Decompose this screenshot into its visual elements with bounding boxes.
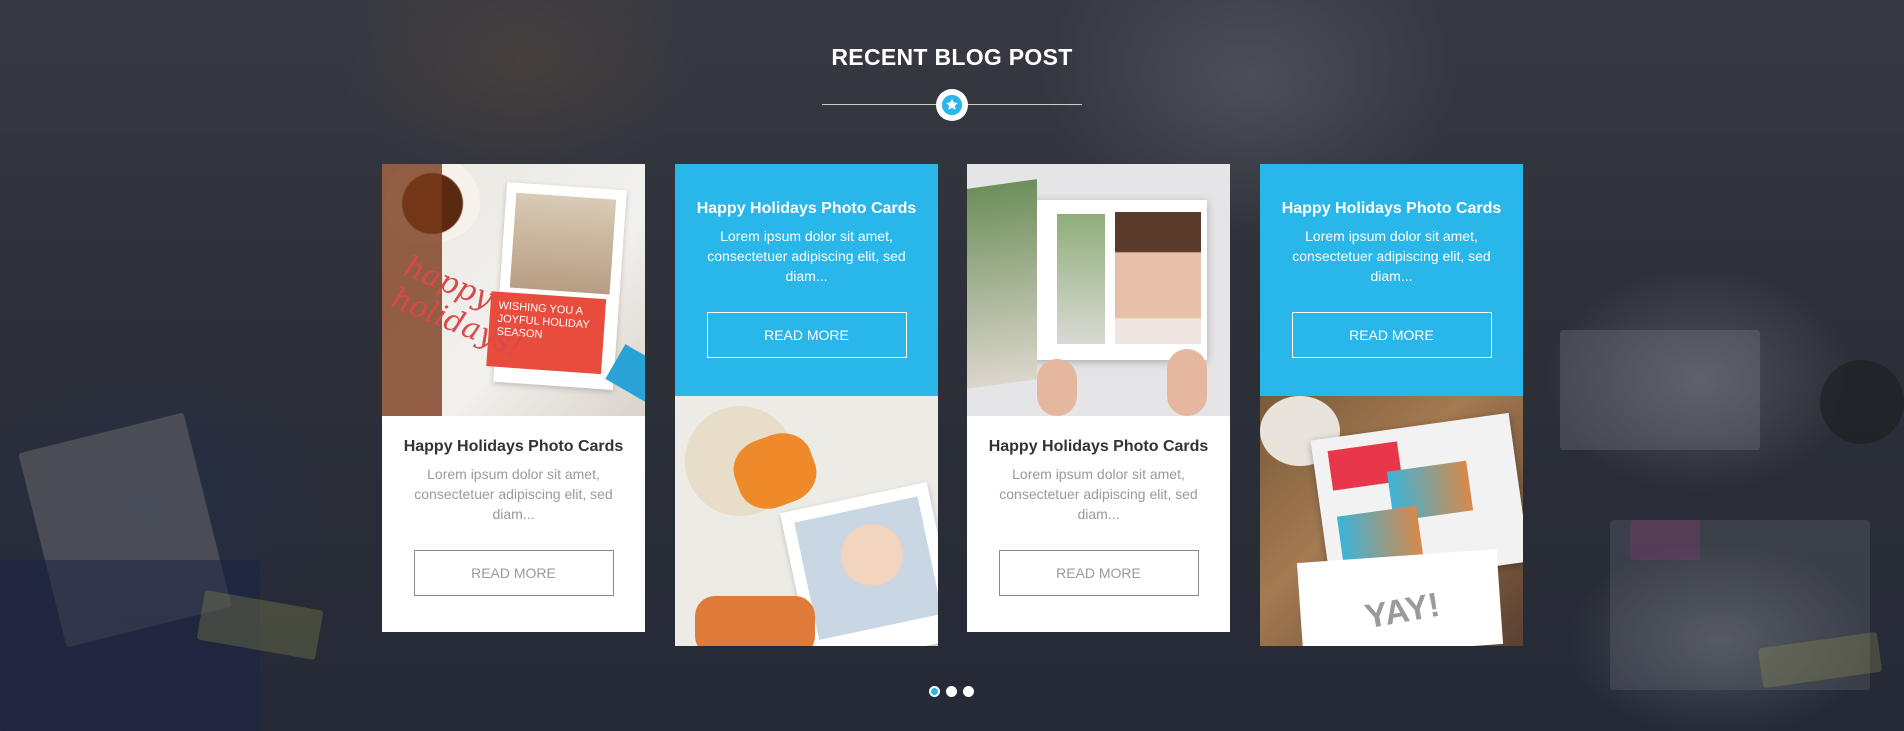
read-more-button[interactable]: READ MORE <box>1291 312 1492 358</box>
post-title[interactable]: Happy Holidays Photo Cards <box>967 438 1230 456</box>
blog-card-2: Happy Holidays Photo Cards Lorem ipsum d… <box>675 164 938 646</box>
read-more-button[interactable]: READ MORE <box>998 550 1199 596</box>
post-title[interactable]: Happy Holidays Photo Cards <box>675 200 938 218</box>
post-image-wedding-photo-book[interactable] <box>967 164 1230 416</box>
pagination-dot-3[interactable] <box>963 686 974 697</box>
section-title: RECENT BLOG POST <box>831 44 1073 70</box>
star-icon <box>936 89 968 121</box>
post-excerpt: Lorem ipsum dolor sit amet, consectetuer… <box>1292 228 1491 284</box>
carousel-pagination <box>929 686 974 697</box>
read-more-button[interactable]: READ MORE <box>413 550 614 596</box>
blog-card-3: Happy Holidays Photo Cards Lorem ipsum d… <box>967 164 1230 632</box>
post-image-dog-photo-cards[interactable]: YAY! <box>1260 396 1523 646</box>
post-image-holiday-cards[interactable]: WISHING YOU A JOYFUL HOLIDAY SEASON happ… <box>382 164 645 416</box>
read-more-button[interactable]: READ MORE <box>706 312 907 358</box>
post-title[interactable]: Happy Holidays Photo Cards <box>382 438 645 456</box>
pagination-dot-2[interactable] <box>946 686 957 697</box>
post-title[interactable]: Happy Holidays Photo Cards <box>1260 200 1523 218</box>
post-excerpt: Lorem ipsum dolor sit amet, consectetuer… <box>999 466 1198 522</box>
pagination-dot-1[interactable] <box>929 686 940 697</box>
post-excerpt: Lorem ipsum dolor sit amet, consectetuer… <box>707 228 906 284</box>
post-excerpt: Lorem ipsum dolor sit amet, consectetuer… <box>414 466 613 522</box>
blog-card-4: Happy Holidays Photo Cards Lorem ipsum d… <box>1260 164 1523 646</box>
blog-card-1: WISHING YOU A JOYFUL HOLIDAY SEASON happ… <box>382 164 645 632</box>
post-image-baby-photo-book[interactable] <box>675 396 938 646</box>
